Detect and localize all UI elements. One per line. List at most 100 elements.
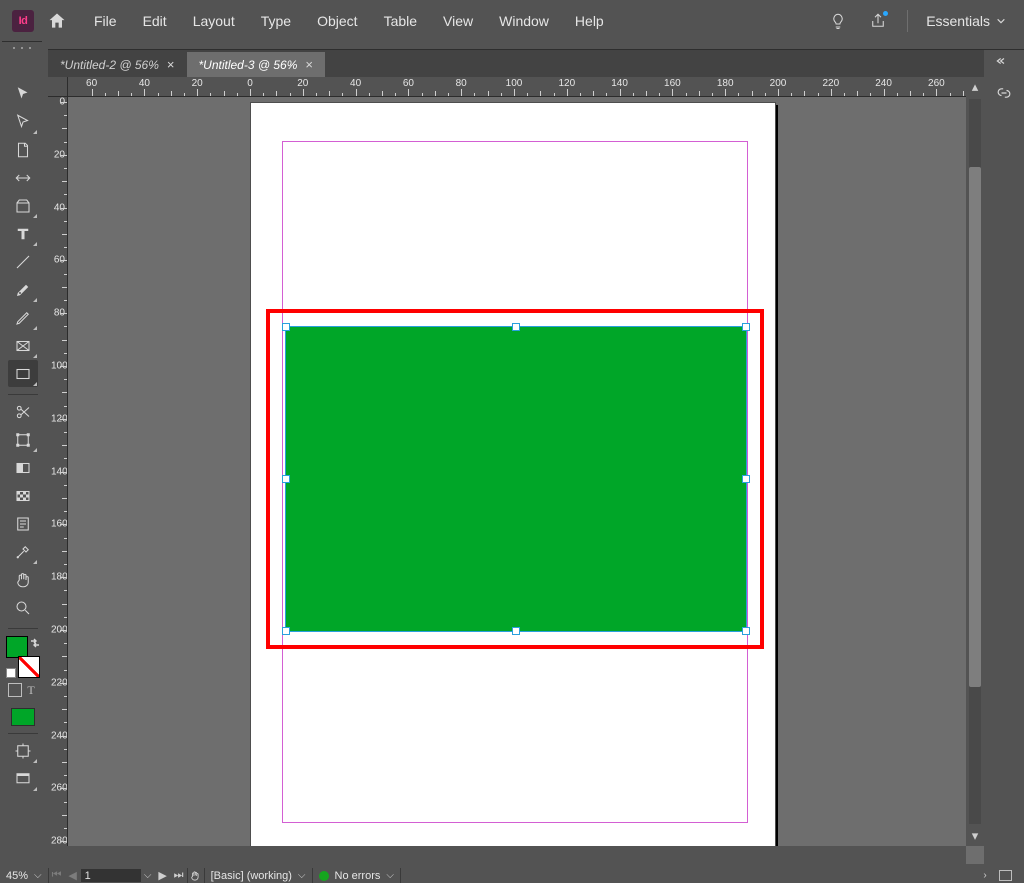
swap-fill-stroke[interactable] <box>30 636 40 646</box>
rectangle-tool[interactable] <box>8 360 38 387</box>
expand-panels-button[interactable] <box>984 50 1024 72</box>
selection-handle[interactable] <box>282 627 290 635</box>
notification-dot-icon <box>883 11 888 16</box>
preflight-status-label: No errors <box>335 870 381 882</box>
stroke-swatch[interactable] <box>18 656 40 678</box>
pencil-tool[interactable] <box>8 304 38 331</box>
scroll-down-button[interactable]: ▾ <box>966 826 984 846</box>
scroll-thumb[interactable] <box>969 167 981 687</box>
note-tool[interactable] <box>8 510 38 537</box>
menu-edit[interactable]: Edit <box>131 9 179 33</box>
document-tab-label: *Untitled-3 @ 56% <box>199 58 298 72</box>
scroll-right-button[interactable]: › <box>977 868 993 883</box>
vertical-ruler[interactable]: 020406080100120140160180200220240260280 <box>48 97 68 846</box>
page-tool[interactable] <box>8 136 38 163</box>
gradient-swatch-tool[interactable] <box>8 454 38 481</box>
prev-spread-button[interactable]: ◀ <box>65 868 81 883</box>
rectangle-frame-tool[interactable] <box>8 332 38 359</box>
formatting-text[interactable]: T <box>24 683 38 697</box>
app-badge-icon: Id <box>12 10 34 32</box>
fill-stroke-swatches[interactable] <box>6 636 40 678</box>
menu-view[interactable]: View <box>431 9 485 33</box>
screen-mode-tool[interactable] <box>8 765 38 792</box>
selection-handle[interactable] <box>282 475 290 483</box>
page-dropdown[interactable]: ⌵ <box>141 868 155 883</box>
selection-handle[interactable] <box>512 323 520 331</box>
eyedropper-tool[interactable] <box>8 538 38 565</box>
grip-icon <box>2 44 42 53</box>
scroll-up-button[interactable]: ▴ <box>966 77 984 97</box>
apply-color[interactable] <box>11 708 35 726</box>
menu-table[interactable]: Table <box>372 9 429 33</box>
cc-libraries-panel-button[interactable] <box>989 78 1019 108</box>
toolbox-header[interactable] <box>2 41 42 74</box>
home-button[interactable] <box>46 10 68 32</box>
preflight-profile[interactable]: [Basic] (working) ⌵ <box>205 868 312 883</box>
chevron-down-icon: ⌵ <box>386 870 394 881</box>
cursor-outline-icon <box>14 113 32 131</box>
close-icon[interactable]: × <box>167 57 175 72</box>
horizontal-scrollbar[interactable] <box>48 846 966 864</box>
ruler-label: 20 <box>192 78 203 89</box>
document-tabs: *Untitled-2 @ 56% × *Untitled-3 @ 56% × <box>48 49 984 77</box>
selected-rectangle[interactable] <box>286 327 746 631</box>
learn-button[interactable] <box>827 10 849 32</box>
pen-tool[interactable] <box>8 276 38 303</box>
selection-handle[interactable] <box>742 475 750 483</box>
menu-help[interactable]: Help <box>563 9 616 33</box>
hand-icon <box>14 571 32 589</box>
hand-tool[interactable] <box>8 566 38 593</box>
resize-grip[interactable] <box>993 868 1024 883</box>
type-tool[interactable] <box>8 220 38 247</box>
line-tool[interactable] <box>8 248 38 275</box>
first-spread-button[interactable]: ⏮ <box>49 868 65 883</box>
ruler-label: 200 <box>770 78 787 89</box>
lightbulb-icon <box>829 12 847 30</box>
horizontal-ruler[interactable]: 6040200204060801001201401601802002202402… <box>68 77 966 97</box>
pen-icon <box>14 281 32 299</box>
default-fill-stroke[interactable] <box>6 668 16 678</box>
share-button[interactable] <box>867 10 889 32</box>
ruler-label: 0 <box>247 78 253 89</box>
checker-icon <box>14 487 32 505</box>
close-icon[interactable]: × <box>305 57 313 72</box>
selection-handle[interactable] <box>282 323 290 331</box>
direct-selection-tool[interactable] <box>8 108 38 135</box>
document-tab[interactable]: *Untitled-2 @ 56% × <box>48 52 187 77</box>
scissors-tool[interactable] <box>8 398 38 425</box>
separator <box>400 868 401 883</box>
open-nav-button[interactable] <box>188 868 204 883</box>
content-collector-tool[interactable] <box>8 192 38 219</box>
gap-tool[interactable] <box>8 164 38 191</box>
formatting-container[interactable] <box>8 683 22 697</box>
menu-object[interactable]: Object <box>305 9 369 33</box>
page-number-field[interactable] <box>81 869 141 882</box>
view-mode-tool[interactable] <box>8 737 38 764</box>
last-spread-button[interactable]: ⏭ <box>171 868 187 883</box>
menu-type[interactable]: Type <box>249 9 303 33</box>
menu-window[interactable]: Window <box>487 9 561 33</box>
next-spread-button[interactable]: ▶ <box>155 868 171 883</box>
ruler-origin[interactable] <box>48 77 68 97</box>
selection-handle[interactable] <box>742 323 750 331</box>
screen-mode-icon <box>14 770 32 788</box>
preflight-status[interactable]: No errors ⌵ <box>313 868 400 883</box>
zoom-level[interactable]: 45% ⌵ <box>0 868 48 883</box>
document-tab[interactable]: *Untitled-3 @ 56% × <box>187 52 326 77</box>
menu-file[interactable]: File <box>82 9 129 33</box>
free-transform-tool[interactable] <box>8 426 38 453</box>
menu-layout[interactable]: Layout <box>181 9 247 33</box>
selection-tool[interactable] <box>8 80 38 107</box>
chevron-down-icon <box>996 16 1006 26</box>
selection-handle[interactable] <box>742 627 750 635</box>
zoom-tool[interactable] <box>8 594 38 621</box>
workspace-switcher[interactable]: Essentials <box>926 13 1006 29</box>
gradient-swatch-icon <box>14 459 32 477</box>
canvas[interactable] <box>68 97 966 846</box>
gradient-feather-tool[interactable] <box>8 482 38 509</box>
zoom-icon <box>14 599 32 617</box>
vertical-scrollbar[interactable]: ▴ ▾ <box>966 77 984 846</box>
fill-swatch[interactable] <box>6 636 28 658</box>
selection-handle[interactable] <box>512 627 520 635</box>
toolbox-divider <box>8 733 38 734</box>
